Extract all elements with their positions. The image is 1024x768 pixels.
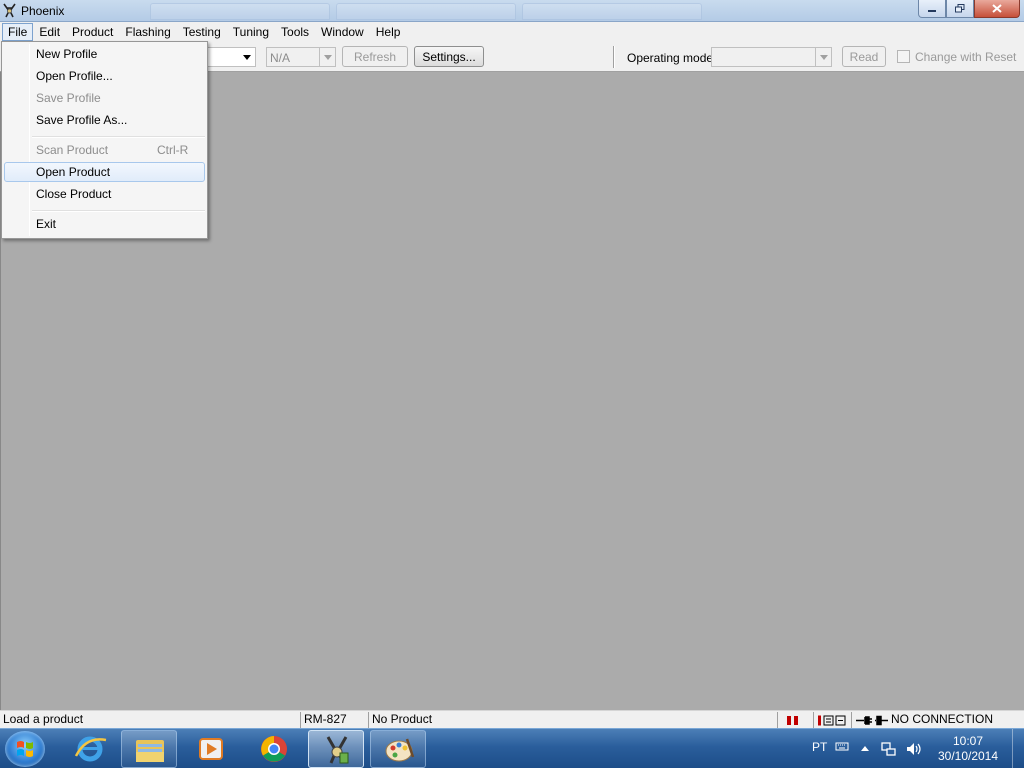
start-button[interactable] <box>5 731 45 767</box>
read-button[interactable]: Read <box>842 46 886 67</box>
media-player-icon <box>199 738 223 760</box>
restore-button[interactable] <box>946 0 974 18</box>
internet-explorer-icon <box>74 736 107 762</box>
na-combo-value: N/A <box>270 51 291 65</box>
volume-icon[interactable] <box>905 741 923 757</box>
menu-item-label: Open Product <box>36 165 111 179</box>
window-controls <box>918 0 1020 18</box>
taskbar-internet-explorer[interactable] <box>62 730 118 768</box>
browser-tab <box>336 3 516 20</box>
keyboard-icon[interactable] <box>835 739 849 753</box>
chevron-down-icon[interactable] <box>815 48 831 66</box>
menu-item-label: New Profile <box>36 47 98 61</box>
windows-taskbar: PT 10:07 30/10/2014 <box>0 728 1024 768</box>
language-indicator[interactable]: PT <box>812 740 827 754</box>
menu-item-new-profile[interactable]: New Profile <box>4 44 205 64</box>
status-indicator-cell <box>813 712 851 728</box>
background-browser-tabs <box>150 3 702 20</box>
paint-palette-icon <box>385 738 415 762</box>
port-indicator-icon <box>818 715 846 726</box>
taskbar-file-explorer[interactable] <box>121 730 177 768</box>
status-product-name: No Product <box>368 712 776 728</box>
menu-product[interactable]: Product <box>66 23 119 41</box>
minimize-button[interactable] <box>918 0 946 18</box>
menu-item-save-profile: Save Profile <box>4 88 205 108</box>
system-clock[interactable]: 10:07 30/10/2014 <box>930 734 1006 764</box>
restore-icon <box>955 4 965 13</box>
network-icon[interactable] <box>881 741 897 757</box>
windows-logo-icon <box>17 741 33 757</box>
browser-tab <box>150 3 330 20</box>
change-with-reset-checkbox[interactable] <box>897 50 910 63</box>
show-hidden-icons-icon[interactable] <box>860 744 870 752</box>
menu-item-label: Close Product <box>36 187 112 201</box>
status-connection-cell: NO CONNECTION <box>851 712 1024 728</box>
browser-tab <box>522 3 702 20</box>
status-message: Load a product <box>3 712 84 726</box>
close-button[interactable] <box>974 0 1020 18</box>
status-bar: Load a product RM-827 No Product NO CONN… <box>0 710 1024 728</box>
menu-item-exit[interactable]: Exit <box>4 214 205 234</box>
phoenix-tool-icon <box>326 736 349 764</box>
menu-help[interactable]: Help <box>370 23 407 41</box>
menu-edit[interactable]: Edit <box>33 23 66 41</box>
menu-item-label: Save Profile As... <box>36 113 128 127</box>
menu-item-label: Save Profile <box>36 91 101 105</box>
status-product-code: RM-827 <box>300 712 367 728</box>
folder-icon <box>136 740 164 762</box>
na-combo[interactable]: N/A <box>266 47 336 67</box>
menu-item-shortcut: Ctrl-R <box>157 143 189 157</box>
file-menu-dropdown: New Profile Open Profile... Save Profile… <box>1 41 208 239</box>
menu-bar: File Edit Product Flashing Testing Tunin… <box>0 22 1024 42</box>
chevron-down-icon[interactable] <box>239 48 255 66</box>
operating-mode-label: Operating mode: <box>627 51 717 65</box>
clock-time: 10:07 <box>952 734 984 748</box>
settings-button[interactable]: Settings... <box>414 46 484 67</box>
connection-status-text: NO CONNECTION <box>891 712 993 726</box>
status-indicator-cell <box>777 712 813 728</box>
menu-item-save-profile-as[interactable]: Save Profile As... <box>4 110 205 130</box>
menu-item-close-product[interactable]: Close Product <box>4 184 205 204</box>
minimize-icon <box>928 9 936 12</box>
menu-item-open-profile[interactable]: Open Profile... <box>4 66 205 86</box>
chevron-down-icon[interactable] <box>319 48 335 66</box>
menu-item-open-product[interactable]: Open Product <box>4 162 205 182</box>
chrome-icon <box>261 736 287 762</box>
clock-date: 30/10/2014 <box>937 749 999 763</box>
menu-item-label: Scan Product <box>36 143 109 157</box>
refresh-button[interactable]: Refresh <box>342 46 408 67</box>
menu-item-scan-product: Scan Product Ctrl-R <box>4 140 205 160</box>
menu-separator <box>32 136 205 138</box>
menu-flashing[interactable]: Flashing <box>119 23 176 41</box>
change-with-reset-label: Change with Reset <box>915 50 1017 64</box>
taskbar-chrome[interactable] <box>246 730 302 768</box>
close-icon <box>992 4 1002 13</box>
taskbar-media-player[interactable] <box>183 730 239 768</box>
title-bar: Phoenix <box>0 0 1024 22</box>
menu-separator <box>32 210 205 212</box>
operating-mode-combo[interactable] <box>711 47 832 67</box>
menu-item-label: Exit <box>36 217 57 231</box>
menu-file[interactable]: File <box>2 23 34 41</box>
menu-window[interactable]: Window <box>315 23 370 41</box>
menu-tools[interactable]: Tools <box>275 23 315 41</box>
taskbar-paint[interactable] <box>370 730 426 768</box>
pause-indicator-icon <box>787 716 798 725</box>
window-title: Phoenix <box>21 4 65 18</box>
taskbar-phoenix[interactable] <box>308 730 364 768</box>
menu-testing[interactable]: Testing <box>177 23 227 41</box>
toolbar-separator <box>613 46 615 68</box>
plug-disconnected-icon <box>856 715 888 726</box>
phoenix-app-icon[interactable] <box>2 3 17 18</box>
menu-item-label: Open Profile... <box>36 69 113 83</box>
menu-tuning[interactable]: Tuning <box>227 23 275 41</box>
show-desktop-button[interactable] <box>1012 729 1024 768</box>
